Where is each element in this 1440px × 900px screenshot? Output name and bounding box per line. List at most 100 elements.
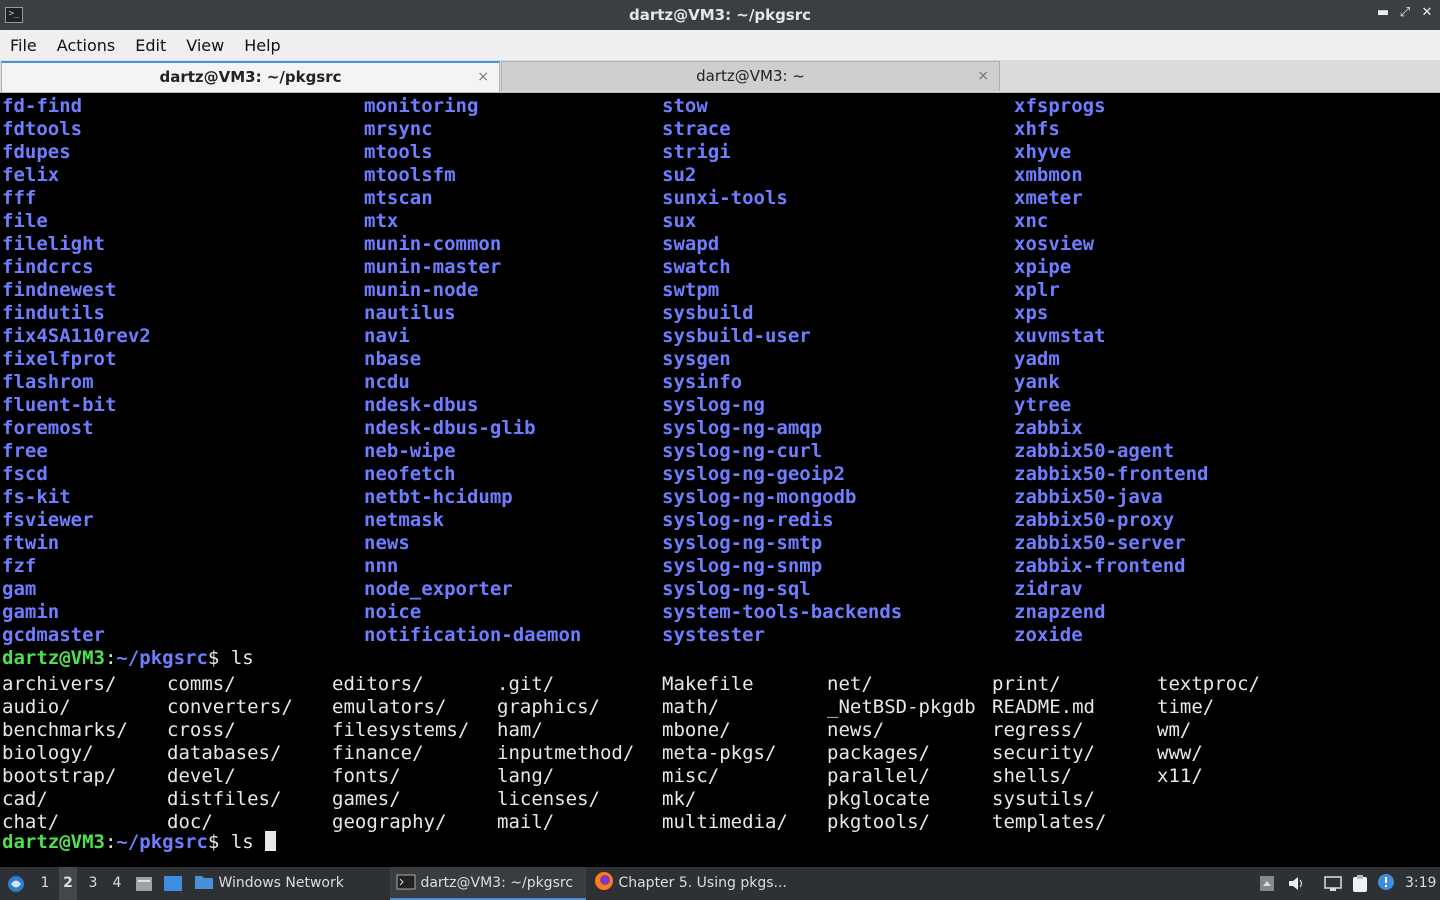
taskbar-windows-network[interactable]: Windows Network [194,867,374,900]
ls-entry: databases/ [167,742,282,764]
menu-edit[interactable]: Edit [125,36,176,55]
prompt-line-current[interactable]: dartz@VM3:~/pkgsrc$ ls [2,831,277,854]
ls-entry: cross/ [167,719,236,741]
package-entry: munin-node [364,279,479,301]
ls-entry: games/ [332,788,401,810]
package-entry: ytree [1014,394,1072,416]
tab-pkgsrc[interactable]: dartz@VM3: ~/pkgsrc × [1,61,500,92]
tab-bar: dartz@VM3: ~/pkgsrc × dartz@VM3: ~ × [0,60,1440,93]
package-column: fd-find fdtools fdupes felix fff file fileligh… [2,95,151,647]
ls-entry: pkgtools/ [827,811,930,833]
ls-entry: devel/ [167,765,236,787]
ls-entry: multimedia/ [662,811,788,833]
volume-icon[interactable] [1287,875,1305,892]
prompt-symbol: $ [207,831,231,853]
package-entry: sux [662,210,697,232]
package-entry: gam [2,578,37,600]
package-entry: felix [2,164,60,186]
package-entry: filelight [2,233,105,255]
package-entry: xmeter [1014,187,1083,209]
tab-close-icon[interactable]: × [977,62,989,91]
ls-entry: chat/ [2,811,60,833]
workspace-1[interactable]: 1 [36,867,54,900]
tab-close-icon[interactable]: × [477,63,489,92]
package-entry: zabbix50-agent [1014,440,1175,462]
package-entry: xhyve [1014,141,1072,163]
workspace-3[interactable]: 3 [84,867,102,900]
package-entry: news [364,532,410,554]
menu-actions[interactable]: Actions [47,36,125,55]
package-entry: syslog-ng-geoip2 [662,463,846,485]
notification-icon[interactable] [1377,873,1395,891]
package-entry: findnewest [2,279,117,301]
package-entry: syslog-ng-smtp [662,532,823,554]
ls-entry: Makefile [662,673,754,695]
firefox-icon [595,872,613,890]
ls-entry: distfiles/ [167,788,282,810]
package-entry: zidrav [1014,578,1083,600]
ls-entry: parallel/ [827,765,930,787]
start-menu-icon[interactable] [6,875,26,893]
taskbar-terminal-pkgsrc[interactable]: dartz@VM3: ~/pkgsrc [390,867,586,900]
menu-help[interactable]: Help [234,36,290,55]
package-entry: foremost [2,417,94,439]
package-column: xfsprogs xhfs xhyve xmbmon xmeter xnc xosview x… [1014,95,1208,647]
package-entry: xpipe [1014,256,1072,278]
taskbar-firefox[interactable]: Chapter 5. Using pkgs... [594,867,794,900]
ls-entry: geography/ [332,811,447,833]
ls-entry: lang/ [497,765,555,787]
package-entry: syslog-ng-amqp [662,417,823,439]
package-entry: sysgen [662,348,731,370]
ls-entry: sysutils/ [992,788,1095,810]
prompt-colon: : [104,647,117,669]
ls-entry: wm/ [1157,719,1192,741]
package-entry: yank [1014,371,1060,393]
ls-entry: fonts/ [332,765,401,787]
taskbar-button-label: Windows Network [218,875,344,891]
package-entry: zabbix50-frontend [1014,463,1209,485]
ls-column: comms/converters/cross/databases/devel/d… [167,673,293,834]
prompt-path: ~/pkgsrc [116,647,208,669]
ls-entry: licenses/ [497,788,600,810]
package-column: monitoring mrsync mtools mtoolsfm mtscan mtx m… [364,95,581,647]
ls-entry: pkglocate [827,788,930,810]
package-entry: xplr [1014,279,1060,301]
package-entry: zabbix-frontend [1014,555,1186,577]
ls-entry: comms/ [167,673,236,695]
tray-updates-icon[interactable] [1259,875,1275,892]
clipboard-icon[interactable] [1350,874,1370,893]
ls-entry: ham/ [497,719,543,741]
show-desktop-icon[interactable] [163,875,183,892]
ls-entry: packages/ [827,742,930,764]
package-entry: syslog-ng [662,394,765,416]
package-entry: nnn [364,555,399,577]
package-column: stow strace strigi su2 sunxi-tools sux swapd sw… [662,95,902,647]
workspace-4[interactable]: 4 [108,867,126,900]
ls-column: archivers/audio/benchmarks/biology/boots… [2,673,128,834]
menu-file[interactable]: File [0,36,47,55]
package-entry: zabbix50-proxy [1014,509,1175,531]
package-entry: findcrcs [2,256,94,278]
workspace-2[interactable]: 2 [59,867,77,900]
terminal-output[interactable]: dartz@VM3:~/pkgsrc$ ls dartz@VM3:~/pkgsr… [0,93,1440,867]
close-icon[interactable]: ✕ [1420,5,1434,20]
maximize-icon[interactable]: ⤢ [1398,5,1412,20]
menu-view[interactable]: View [176,36,234,55]
minimize-icon[interactable]: ▬ [1376,5,1390,20]
file-manager-launcher-icon[interactable] [135,875,153,892]
package-entry: fsviewer [2,509,94,531]
package-entry: netbt-hcidump [364,486,513,508]
ls-entry: .git/ [497,673,555,695]
package-entry: neofetch [364,463,456,485]
package-entry: fix4SA110rev2 [2,325,151,347]
network-icon[interactable] [1323,875,1343,892]
ls-entry: www/ [1157,742,1203,764]
package-entry: strigi [662,141,731,163]
ls-entry: textproc/ [1157,673,1260,695]
package-entry: zabbix50-server [1014,532,1186,554]
ls-column: .git/graphics/ham/inputmethod/lang/licen… [497,673,634,834]
package-entry: gamin [2,601,60,623]
tab-home[interactable]: dartz@VM3: ~ × [501,61,1000,91]
package-entry: xnc [1014,210,1049,232]
ls-entry: cad/ [2,788,48,810]
